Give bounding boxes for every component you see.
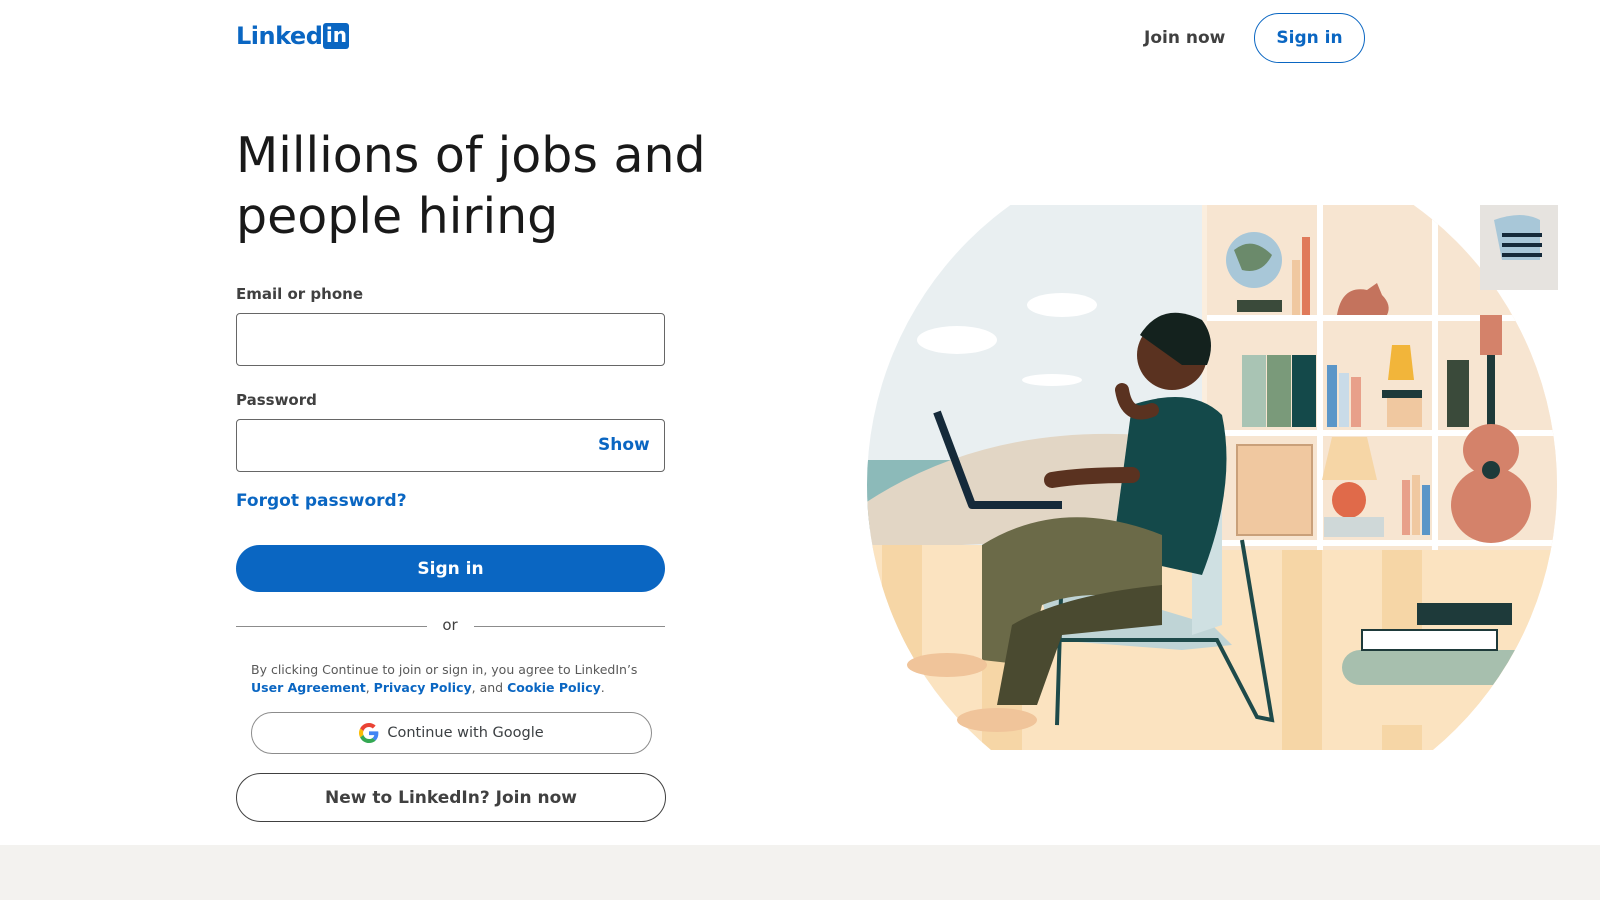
top-nav: Linked in Join now Sign in — [0, 0, 1600, 76]
legal-notice: By clicking Continue to join or sign in,… — [251, 662, 638, 695]
legal-and: , and — [471, 680, 504, 695]
legal-prefix: By clicking Continue to join or sign in,… — [251, 662, 638, 677]
privacy-policy-link[interactable]: Privacy Policy — [374, 680, 472, 695]
continue-with-google-button[interactable]: Continue with Google — [251, 712, 652, 754]
header-sign-in-button[interactable]: Sign in — [1254, 13, 1365, 63]
logo-in-box: in — [323, 23, 350, 49]
user-agreement-link[interactable]: User Agreement — [251, 680, 366, 695]
divider-left — [236, 626, 427, 627]
email-label: Email or phone — [236, 285, 364, 303]
logo-wordmark: Linked — [236, 22, 323, 50]
page-headline: Millions of jobs and people hiring — [236, 127, 706, 245]
hero-illustration — [867, 205, 1558, 750]
cookie-policy-link[interactable]: Cookie Policy — [507, 680, 601, 695]
google-icon — [359, 723, 379, 743]
forgot-password-link[interactable]: Forgot password? — [236, 491, 407, 511]
join-now-link[interactable]: Join now — [1130, 24, 1239, 52]
password-label: Password — [236, 391, 317, 409]
linkedin-logo[interactable]: Linked in — [236, 22, 350, 50]
sign-in-button[interactable]: Sign in — [236, 545, 665, 592]
footer-band — [0, 845, 1600, 900]
or-divider-text: or — [442, 616, 458, 634]
email-input[interactable] — [236, 313, 665, 366]
google-button-label: Continue with Google — [387, 725, 544, 741]
new-to-linkedin-join-button[interactable]: New to LinkedIn? Join now — [236, 773, 666, 822]
show-password-button[interactable]: Show — [598, 435, 650, 455]
divider-right — [474, 626, 665, 627]
